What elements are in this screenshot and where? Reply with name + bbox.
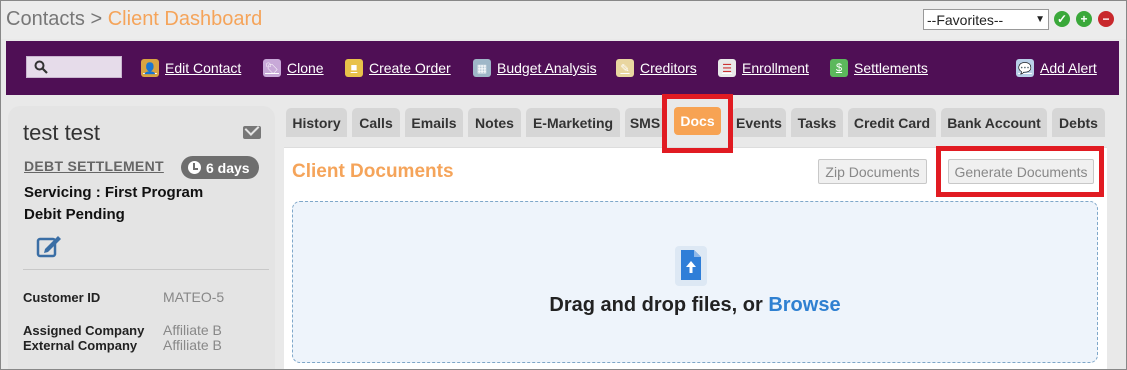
generate-documents-button[interactable]: Generate Documents: [948, 159, 1094, 184]
document-edit-icon: ✎: [616, 59, 634, 77]
tab-credit-card[interactable]: Credit Card: [848, 108, 936, 137]
tab-bank-account[interactable]: Bank Account: [941, 108, 1047, 137]
assigned-company-label: Assigned Company: [23, 323, 145, 338]
program-type-link[interactable]: DEBT SETTLEMENT: [24, 158, 164, 174]
mail-icon[interactable]: [243, 126, 261, 139]
clone-label: Clone: [287, 60, 324, 76]
tab-docs[interactable]: Docs: [674, 107, 721, 135]
contact-summary-panel: test test DEBT SETTLEMENT 6 days Servici…: [8, 106, 275, 369]
browse-link[interactable]: Browse: [768, 294, 840, 316]
enrollment-label: Enrollment: [742, 60, 809, 76]
tab-calls[interactable]: Calls: [352, 108, 400, 137]
tag-icon: 🏷: [263, 59, 281, 77]
breadcrumb-parent[interactable]: Contacts: [6, 8, 85, 30]
tab-tasks[interactable]: Tasks: [791, 108, 843, 137]
customer-id-label: Customer ID: [23, 290, 101, 305]
divider: [23, 269, 269, 270]
external-company-label: External Company: [23, 338, 138, 353]
assigned-company-value: Affiliate B: [163, 322, 222, 338]
create-order-link[interactable]: ■ Create Order: [345, 58, 451, 78]
tab-sms[interactable]: SMS: [625, 108, 665, 137]
client-documents-title: Client Documents: [292, 161, 454, 182]
chat-icon: 💬: [1016, 59, 1034, 77]
file-dropzone[interactable]: Drag and drop files, or Browse: [292, 201, 1098, 363]
client-documents-panel: Client Documents Zip Documents Generate …: [284, 147, 1107, 369]
days-badge: 6 days: [181, 156, 259, 179]
external-company-value: Affiliate B: [163, 337, 222, 353]
enrollment-link[interactable]: ☰ Enrollment: [718, 58, 809, 78]
dropzone-text: Drag and drop files, or Browse: [293, 294, 1097, 317]
favorites-selected-value: --Favorites--: [927, 11, 1004, 28]
dropzone-instruction: Drag and drop files, or: [549, 294, 769, 316]
contact-name: test test: [23, 120, 101, 145]
add-alert-link[interactable]: 💬 Add Alert: [1016, 58, 1097, 78]
create-order-label: Create Order: [369, 60, 451, 76]
plus-icon[interactable]: +: [1076, 11, 1092, 27]
tab-emails[interactable]: Emails: [405, 108, 463, 137]
creditors-label: Creditors: [640, 60, 697, 76]
chevron-down-icon: ▼: [1035, 14, 1045, 25]
clone-link[interactable]: 🏷 Clone: [263, 58, 324, 78]
form-icon: ☰: [718, 59, 736, 77]
top-bar: Contacts > Client Dashboard --Favorites-…: [1, 1, 1126, 39]
search-icon: [34, 60, 48, 74]
tab-notes[interactable]: Notes: [468, 108, 521, 137]
zip-documents-button[interactable]: Zip Documents: [818, 159, 927, 184]
search-input[interactable]: [26, 56, 122, 78]
budget-analysis-link[interactable]: ▦ Budget Analysis: [473, 58, 597, 78]
creditors-link[interactable]: ✎ Creditors: [616, 58, 697, 78]
check-icon[interactable]: ✓: [1054, 11, 1070, 27]
tab-e-marketing[interactable]: E-Marketing: [526, 108, 620, 137]
tab-debts[interactable]: Debts: [1052, 108, 1105, 137]
add-alert-label: Add Alert: [1040, 60, 1097, 76]
calculator-icon: ▦: [473, 59, 491, 77]
breadcrumb-separator: >: [84, 8, 108, 30]
settlements-label: Settlements: [854, 60, 928, 76]
days-badge-label: 6 days: [206, 159, 250, 176]
breadcrumb-current: Client Dashboard: [107, 8, 263, 30]
minus-icon[interactable]: −: [1098, 11, 1114, 27]
person-edit-icon: 👤: [141, 59, 159, 77]
status-line-2: Debit Pending: [24, 206, 125, 223]
settlements-link[interactable]: $ Settlements: [830, 58, 928, 78]
clock-icon: [188, 161, 201, 174]
edit-icon[interactable]: [36, 233, 64, 259]
edit-contact-label: Edit Contact: [165, 60, 242, 76]
money-icon: $: [830, 59, 848, 77]
box-icon: ■: [345, 59, 363, 77]
tab-events[interactable]: Events: [732, 108, 786, 137]
status-text: Servicing : First Program Debit Pending: [24, 182, 203, 226]
status-line-1: Servicing : First Program: [24, 184, 204, 201]
file-upload-icon: [675, 246, 707, 286]
tab-history[interactable]: History: [286, 108, 347, 137]
budget-analysis-label: Budget Analysis: [497, 60, 597, 76]
breadcrumb: Contacts > Client Dashboard: [6, 8, 262, 31]
action-toolbar: 👤 Edit Contact 🏷 Clone ■ Create Order ▦ …: [6, 41, 1119, 95]
customer-id-value: MATEO-5: [163, 289, 225, 305]
favorites-select[interactable]: --Favorites-- ▼: [923, 9, 1049, 30]
edit-contact-link[interactable]: 👤 Edit Contact: [141, 58, 241, 78]
